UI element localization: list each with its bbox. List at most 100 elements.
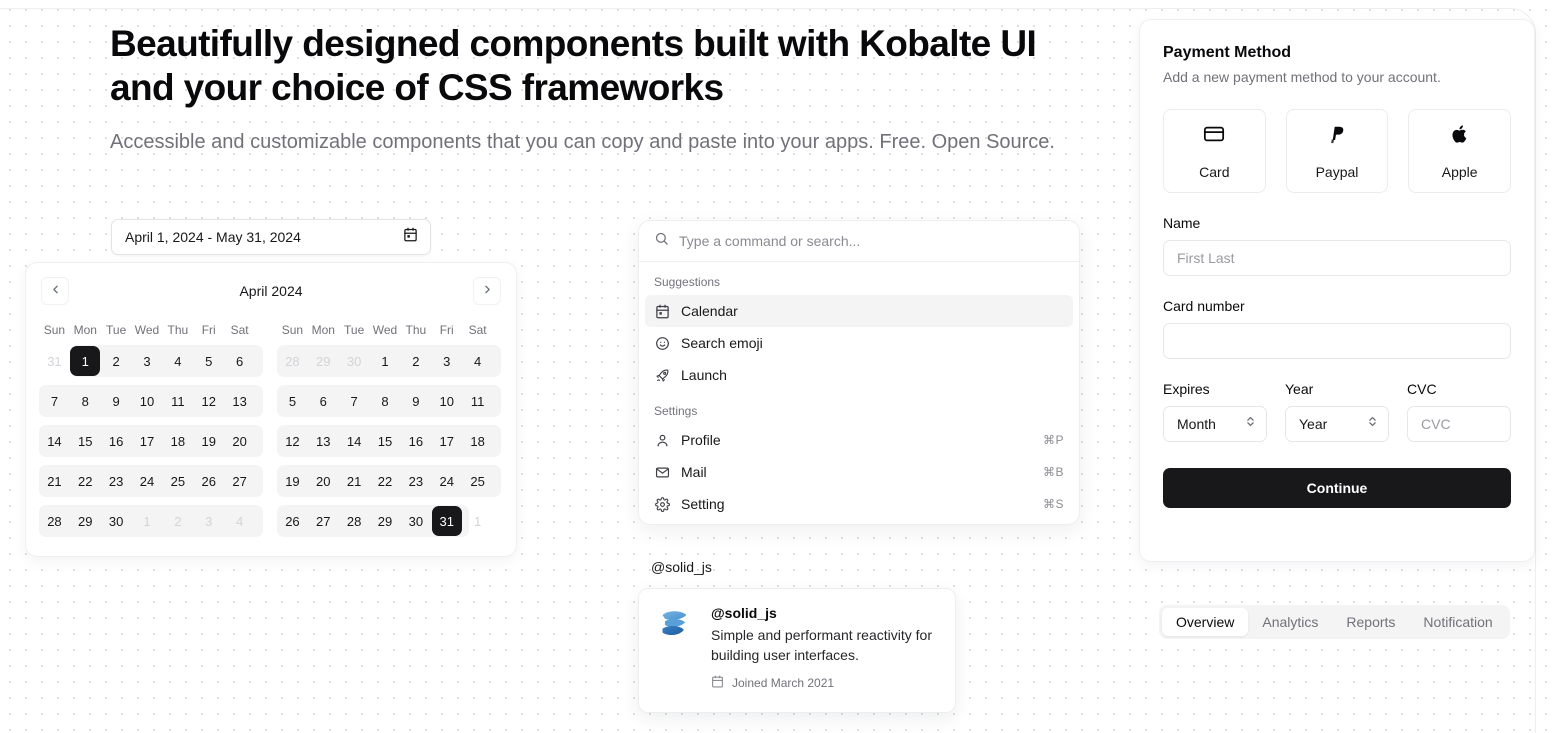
calendar-day-cell[interactable]: 3 <box>193 505 224 537</box>
credit-card-icon <box>1203 123 1225 150</box>
payment-method-paypal-option[interactable]: Paypal <box>1285 109 1389 193</box>
calendar-day-cell[interactable]: 11 <box>462 385 493 417</box>
calendar-day-cell[interactable]: 28 <box>277 345 308 377</box>
calendar-day-cell[interactable]: 13 <box>308 425 339 457</box>
calendar-day-cell[interactable]: 31 <box>39 345 70 377</box>
calendar-day-label: 19 <box>201 433 216 449</box>
command-search-input[interactable]: Type a command or search... <box>679 233 860 249</box>
calendar-day-cell[interactable]: 30 <box>101 505 132 537</box>
calendar-day-cell[interactable]: 29 <box>308 345 339 377</box>
calendar-day-cell[interactable]: 9 <box>101 385 132 417</box>
calendar-day-cell[interactable]: 17 <box>431 425 462 457</box>
calendar-day-cell[interactable]: 15 <box>370 425 401 457</box>
calendar-day-cell[interactable]: 18 <box>162 425 193 457</box>
command-item[interactable]: Launch <box>645 359 1073 391</box>
calendar-day-cell[interactable]: 27 <box>308 505 339 537</box>
calendar-day-cell[interactable]: 10 <box>431 385 462 417</box>
calendar-day-cell[interactable]: 21 <box>39 465 70 497</box>
calendar-day-cell[interactable]: 9 <box>400 385 431 417</box>
calendar-day-cell[interactable]: 1 <box>70 345 101 377</box>
cvc-label: CVC <box>1407 381 1437 397</box>
calendar-day-cell[interactable]: 24 <box>431 465 462 497</box>
calendar-day-cell[interactable]: 2 <box>101 345 132 377</box>
calendar-day-label: 20 <box>232 433 247 449</box>
calendar-day-cell[interactable]: 14 <box>339 425 370 457</box>
tab-notification[interactable]: Notification <box>1409 608 1506 636</box>
hovercard: @solid_js Simple and performant reactivi… <box>638 588 956 713</box>
calendar-day-cell[interactable]: 22 <box>370 465 401 497</box>
calendar-day-cell[interactable]: 23 <box>400 465 431 497</box>
calendar-day-cell[interactable]: 20 <box>308 465 339 497</box>
calendar-day-cell[interactable]: 6 <box>224 345 255 377</box>
cvc-field[interactable]: CVC <box>1407 406 1511 442</box>
calendar-day-cell[interactable]: 14 <box>39 425 70 457</box>
calendar-day-cell[interactable]: 12 <box>277 425 308 457</box>
calendar-day-cell[interactable]: 26 <box>277 505 308 537</box>
calendar-day-cell[interactable]: 23 <box>101 465 132 497</box>
calendar-day-cell[interactable]: 19 <box>193 425 224 457</box>
calendar-day-cell[interactable]: 5 <box>277 385 308 417</box>
calendar-day-cell[interactable]: 18 <box>462 425 493 457</box>
command-item[interactable]: Mail ⌘B <box>645 456 1073 488</box>
calendar-day-cell[interactable]: 19 <box>277 465 308 497</box>
calendar-day-cell[interactable]: 3 <box>132 345 163 377</box>
calendar-day-cell[interactable]: 16 <box>400 425 431 457</box>
command-search-row[interactable]: Type a command or search... <box>639 221 1079 262</box>
calendar-day-cell[interactable]: 27 <box>224 465 255 497</box>
calendar-day-cell[interactable]: 29 <box>70 505 101 537</box>
calendar-day-cell[interactable]: 2 <box>400 345 431 377</box>
calendar-day-cell[interactable]: 17 <box>132 425 163 457</box>
command-item[interactable]: Search emoji <box>645 327 1073 359</box>
page-title: Beautifully designed components built wi… <box>110 23 1037 108</box>
calendar-day-cell[interactable]: 28 <box>339 505 370 537</box>
calendar-day-cell[interactable]: 5 <box>193 345 224 377</box>
calendar-day-cell[interactable]: 20 <box>224 425 255 457</box>
calendar-day-cell[interactable]: 22 <box>70 465 101 497</box>
tab-overview[interactable]: Overview <box>1162 608 1249 636</box>
tab-analytics[interactable]: Analytics <box>1248 608 1332 636</box>
calendar-day-cell[interactable]: 11 <box>162 385 193 417</box>
calendar-day-cell[interactable]: 8 <box>370 385 401 417</box>
command-item-shortcut: ⌘P <box>1042 433 1064 447</box>
calendar-day-cell[interactable]: 7 <box>339 385 370 417</box>
calendar-day-cell[interactable]: 3 <box>431 345 462 377</box>
calendar-day-cell[interactable]: 7 <box>39 385 70 417</box>
name-field[interactable]: First Last <box>1163 240 1511 276</box>
calendar-day-cell[interactable]: 1 <box>462 505 493 537</box>
calendar-day-cell[interactable]: 30 <box>339 345 370 377</box>
calendar-day-cell[interactable]: 31 <box>431 505 462 537</box>
calendar-day-cell[interactable]: 25 <box>462 465 493 497</box>
calendar-day-cell[interactable]: 12 <box>193 385 224 417</box>
calendar-day-cell[interactable]: 28 <box>39 505 70 537</box>
calendar-day-cell[interactable]: 21 <box>339 465 370 497</box>
payment-method-card-option[interactable]: Card <box>1163 109 1266 193</box>
calendar-day-cell[interactable]: 24 <box>132 465 163 497</box>
continue-button[interactable]: Continue <box>1163 468 1511 508</box>
calendar-day-cell[interactable]: 1 <box>132 505 163 537</box>
command-item[interactable]: Setting ⌘S <box>645 488 1073 520</box>
calendar-day-cell[interactable]: 4 <box>462 345 493 377</box>
calendar-day-cell[interactable]: 8 <box>70 385 101 417</box>
calendar-next-button[interactable] <box>473 277 501 305</box>
calendar-day-cell[interactable]: 25 <box>162 465 193 497</box>
calendar-day-cell[interactable]: 16 <box>101 425 132 457</box>
calendar-day-cell[interactable]: 10 <box>132 385 163 417</box>
payment-method-apple-option[interactable]: Apple <box>1408 109 1512 193</box>
hovercard-trigger[interactable]: @solid_js <box>651 559 712 575</box>
calendar-day-cell[interactable]: 26 <box>193 465 224 497</box>
calendar-day-cell[interactable]: 6 <box>308 385 339 417</box>
command-item[interactable]: Calendar <box>645 295 1073 327</box>
command-item[interactable]: Profile ⌘P <box>645 424 1073 456</box>
calendar-day-cell[interactable]: 13 <box>224 385 255 417</box>
calendar-day-cell[interactable]: 30 <box>400 505 431 537</box>
calendar-prev-button[interactable] <box>41 277 69 305</box>
calendar-day-cell[interactable]: 2 <box>162 505 193 537</box>
calendar-day-cell[interactable]: 1 <box>370 345 401 377</box>
calendar-day-cell[interactable]: 4 <box>224 505 255 537</box>
card-number-field[interactable] <box>1163 323 1511 359</box>
calendar-day-cell[interactable]: 4 <box>162 345 193 377</box>
date-range-picker-trigger[interactable]: April 1, 2024 - May 31, 2024 <box>111 219 431 255</box>
calendar-day-cell[interactable]: 29 <box>370 505 401 537</box>
tab-reports[interactable]: Reports <box>1332 608 1409 636</box>
calendar-day-cell[interactable]: 15 <box>70 425 101 457</box>
